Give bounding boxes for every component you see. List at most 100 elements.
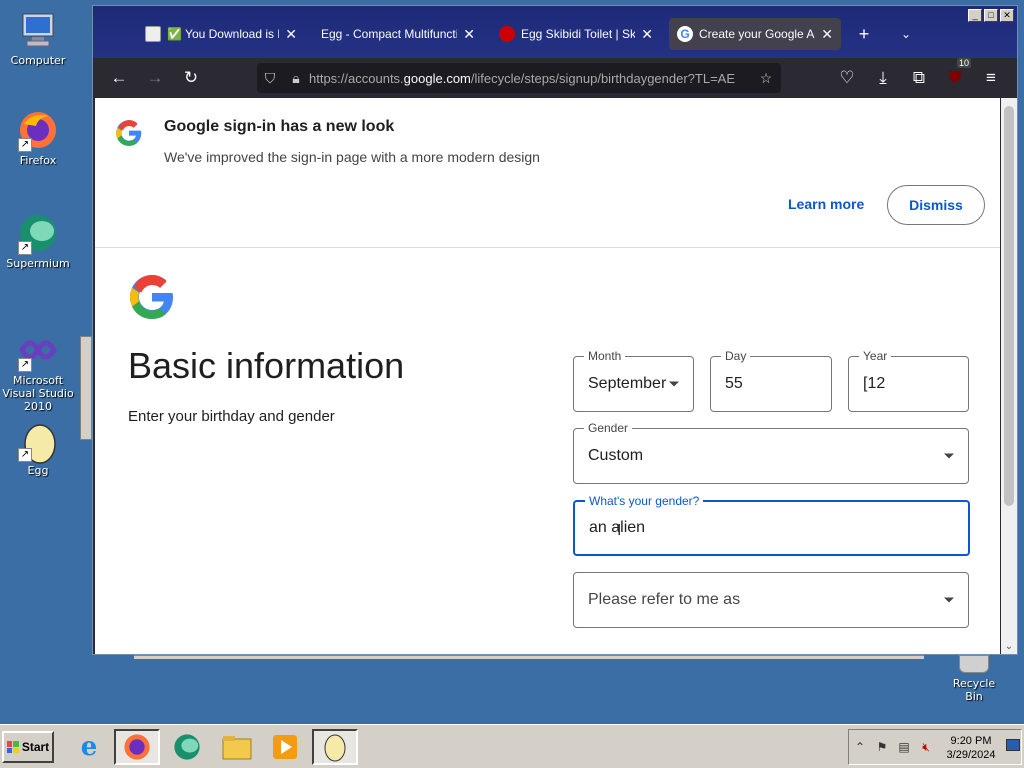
list-tabs-icon[interactable]: ⌄ (891, 18, 921, 50)
back-button[interactable]: ← (101, 62, 137, 94)
supermium-icon: ↗ (18, 213, 58, 255)
clock-date: 3/29/2024 (946, 749, 996, 761)
page-title: Basic information (128, 345, 405, 386)
tab-title: Egg - Compact Multifunction T (321, 27, 458, 41)
taskbar-media-player[interactable] (262, 729, 308, 765)
google-logo-icon (130, 275, 173, 319)
site-favicon-icon (499, 26, 515, 42)
egg-icon: ↗ (18, 420, 58, 464)
show-hidden-icons-icon[interactable]: ⌃ (849, 740, 871, 754)
banner-description: We've improved the sign-in page with a m… (164, 149, 540, 165)
taskbar-egg[interactable] (312, 729, 358, 765)
dropdown-arrow-icon (669, 381, 679, 387)
desktop-icon-visual-studio[interactable]: ↗ Microsoft Visual Studio 2010 (0, 330, 76, 413)
desktop-icon-firefox[interactable]: ↗ Firefox (0, 110, 76, 167)
tab-download[interactable]: ✅ You Download is Read ✕ (137, 18, 305, 50)
tab-egg-compact[interactable]: Egg - Compact Multifunction T ✕ (313, 18, 483, 50)
downloads-icon[interactable]: ⤓ (865, 62, 901, 94)
tab-title: ✅ You Download is Read (167, 27, 279, 41)
pocket-icon[interactable]: ♡ (829, 62, 865, 94)
tab-egg-skibidi[interactable]: Egg Skibidi Toilet | Skibidi ✕ (491, 18, 661, 50)
close-tab-icon[interactable]: ✕ (463, 26, 475, 43)
taskbar-explorer[interactable] (214, 729, 260, 765)
show-desktop-button[interactable] (1006, 739, 1020, 751)
document-icon (145, 26, 161, 42)
close-tab-icon[interactable]: ✕ (641, 26, 653, 43)
clock-time: 9:20 PM (950, 735, 992, 747)
firefox-icon (124, 734, 150, 760)
sign-in-banner: Google sign-in has a new look We've impr… (95, 98, 1000, 248)
navigation-toolbar: ← → ↻ ⛉ 🔒︎ https://accounts.google.com/l… (93, 58, 1017, 98)
close-window-button[interactable]: ✕ (1000, 9, 1014, 22)
close-tab-icon[interactable]: ✕ (821, 26, 833, 43)
window-controls: _ □ ✕ (968, 9, 1014, 22)
taskbar: Start e ⌃ ⚑ ▤ 🔇︎ 9:20 PM 3/29/2024 (0, 724, 1024, 768)
taskbar-internet-explorer[interactable]: e (66, 729, 112, 765)
learn-more-link[interactable]: Learn more (788, 196, 864, 212)
gender-select[interactable]: Gender Custom (573, 421, 969, 484)
network-icon[interactable]: ▤ (893, 740, 915, 754)
desktop-icon-supermium[interactable]: ↗ Supermium (0, 213, 76, 270)
egg-icon (324, 734, 346, 762)
year-field[interactable]: Year [12 (848, 349, 969, 412)
day-value: 55 (725, 375, 743, 392)
gender-value: Custom (588, 447, 644, 464)
clock[interactable]: 9:20 PM 3/29/2024 (939, 734, 1003, 762)
tab-strip: ✅ You Download is Read ✕ Egg - Compact M… (93, 6, 1017, 58)
reload-button[interactable]: ↻ (173, 62, 209, 94)
lock-icon[interactable]: 🔒︎ (283, 70, 309, 87)
forward-button[interactable]: → (137, 62, 173, 94)
tab-google-account[interactable]: G Create your Google Acc ✕ (669, 18, 841, 50)
custom-gender-input[interactable]: What's your gender? an alien I (573, 494, 970, 556)
month-select[interactable]: Month September (573, 349, 694, 412)
desktop-icon-computer[interactable]: Computer (0, 10, 76, 67)
scrollbar-thumb[interactable] (1004, 106, 1014, 506)
ublock-icon[interactable]: ⛊ 10 (937, 58, 973, 94)
folder-icon (222, 736, 252, 760)
desktop-icon-egg[interactable]: ↗ Egg (0, 420, 76, 477)
month-value: September (588, 375, 667, 392)
visual-studio-icon: ↗ (18, 330, 58, 372)
pronoun-select[interactable]: Please refer to me as (573, 572, 969, 628)
tab-title: Create your Google Acc (699, 27, 816, 41)
month-label: Month (584, 349, 626, 363)
desktop-icon-label: Supermium (6, 257, 70, 270)
action-center-flag-icon[interactable]: ⚑ (871, 740, 893, 754)
day-field[interactable]: Day 55 (710, 349, 832, 412)
maximize-button[interactable]: □ (984, 9, 998, 22)
year-value: [12 (863, 375, 886, 392)
page-scrollbar[interactable]: ⌄ (1001, 98, 1017, 654)
background-window-edge (80, 336, 92, 440)
windows-flag-icon (6, 741, 19, 753)
start-button[interactable]: Start (2, 731, 54, 763)
close-tab-icon[interactable]: ✕ (285, 26, 297, 43)
banner-title: Google sign-in has a new look (164, 118, 395, 135)
year-label: Year (859, 349, 892, 363)
new-tab-button[interactable]: + (849, 18, 879, 50)
tab-title: Egg Skibidi Toilet | Skibidi (521, 27, 636, 41)
google-logo-icon (116, 120, 142, 146)
taskbar-firefox[interactable] (114, 729, 160, 765)
taskbar-supermium[interactable] (164, 729, 210, 765)
background-window-edge (134, 655, 924, 659)
extensions-icon[interactable]: ⧉ (901, 62, 937, 94)
menu-icon[interactable]: ≡ (973, 62, 1009, 94)
gender-label: Gender (584, 421, 633, 435)
dropdown-arrow-icon (944, 597, 954, 603)
bookmark-star-icon[interactable]: ☆ (751, 70, 781, 87)
volume-muted-icon[interactable]: 🔇︎ (915, 740, 937, 755)
tracking-protection-shield-icon[interactable]: ⛉ (257, 70, 283, 87)
scroll-down-arrow-icon[interactable]: ⌄ (1001, 641, 1017, 652)
dismiss-button[interactable]: Dismiss (887, 185, 985, 225)
url-text[interactable]: https://accounts.google.com/lifecycle/st… (309, 71, 751, 86)
minimize-button[interactable]: _ (968, 9, 982, 22)
desktop-icon-recycle-bin[interactable]: Recycle Bin (944, 655, 1004, 703)
day-label: Day (721, 349, 751, 363)
pronoun-placeholder: Please refer to me as (588, 591, 741, 608)
shortcut-arrow-icon: ↗ (18, 358, 32, 372)
system-tray: ⌃ ⚑ ▤ 🔇︎ 9:20 PM 3/29/2024 (848, 729, 1022, 765)
shortcut-arrow-icon: ↗ (18, 241, 32, 255)
internet-explorer-icon: e (80, 732, 98, 762)
browser-window: ✅ You Download is Read ✕ Egg - Compact M… (92, 5, 1018, 655)
address-bar[interactable]: ⛉ 🔒︎ https://accounts.google.com/lifecyc… (257, 63, 781, 93)
